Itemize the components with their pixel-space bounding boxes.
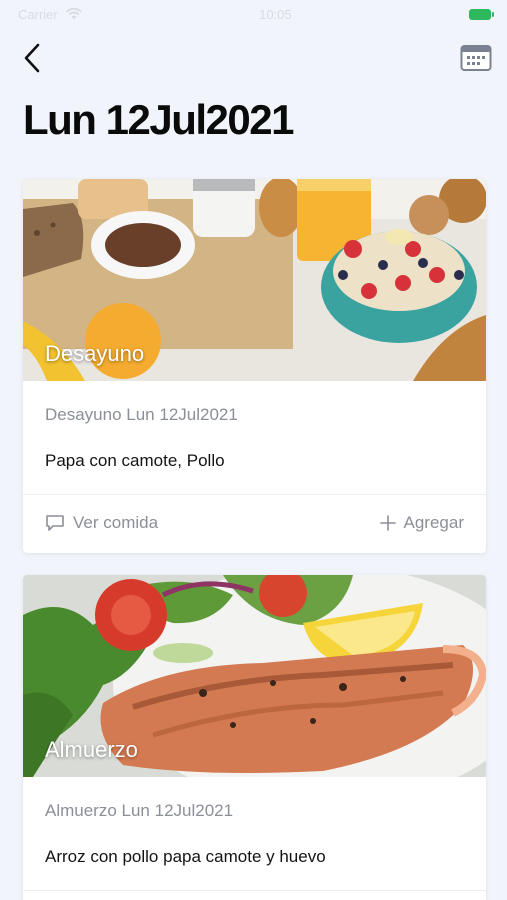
meal-image-breakfast: Desayuno	[23, 179, 486, 381]
meal-image-lunch: Almuerzo	[23, 575, 486, 777]
wifi-icon	[65, 8, 82, 20]
battery-icon	[469, 8, 494, 20]
back-button[interactable]	[16, 40, 48, 76]
carrier-label: Carrier	[18, 6, 58, 22]
card-divider	[23, 494, 486, 495]
comment-icon	[45, 514, 65, 532]
meal-description: Arroz con pollo papa camote y huevo	[45, 847, 326, 866]
view-meal-label: Ver comida	[73, 513, 159, 532]
meal-image-label: Almuerzo	[45, 737, 138, 762]
meal-card-almuerzo[interactable]: Almuerzo Almuerzo Lun 12Jul2021 Arroz co…	[23, 575, 486, 900]
view-meal-button[interactable]: Ver comida	[45, 513, 158, 533]
status-time: 10:05	[259, 6, 292, 22]
page-title: Lun 12Jul2021	[23, 96, 294, 143]
meal-description: Papa con camote, Pollo	[45, 451, 225, 470]
meal-card-desayuno[interactable]: Desayuno Desayuno Lun 12Jul2021 Papa con…	[23, 179, 486, 553]
add-meal-button[interactable]: Agregar	[379, 513, 464, 533]
status-left: Carrier	[18, 7, 82, 22]
meal-image-label: Desayuno	[45, 341, 145, 366]
card-divider	[23, 890, 486, 891]
add-meal-label: Agregar	[403, 513, 464, 532]
calendar-button[interactable]	[459, 42, 493, 74]
meal-meta: Desayuno Lun 12Jul2021	[45, 405, 238, 424]
nav-bar	[0, 36, 507, 80]
meal-meta: Almuerzo Lun 12Jul2021	[45, 801, 234, 820]
calendar-icon	[460, 44, 492, 72]
status-bar: Carrier 10:05	[0, 0, 507, 28]
chevron-left-icon	[23, 43, 41, 73]
plus-icon	[379, 515, 396, 531]
